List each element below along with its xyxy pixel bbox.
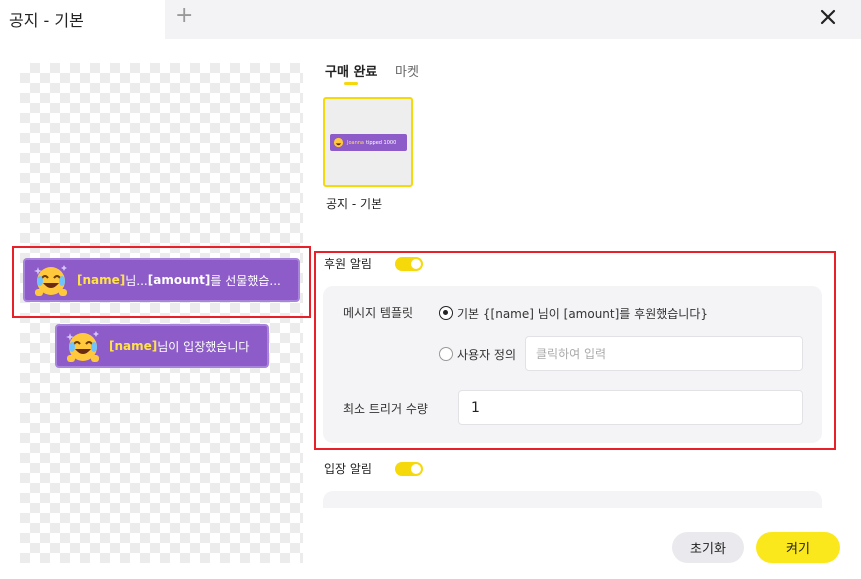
entrance-notice-preview: [name] 님이 입장했습니다 — [55, 324, 269, 368]
laughing-emoji-icon — [66, 331, 99, 362]
notice-text: 님... — [125, 273, 148, 288]
close-icon[interactable] — [816, 5, 840, 29]
preview-canvas — [20, 63, 303, 563]
subtab-purchased[interactable]: 구매 완료 — [325, 61, 377, 80]
tab-title: 공지 - 기본 — [9, 11, 84, 30]
entrance-alert-label: 입장 알림 — [324, 462, 372, 476]
add-tab-icon[interactable]: + — [175, 4, 193, 28]
notice-text: 님이 입장했습니다 — [157, 339, 250, 354]
thumbnail-name: Joanna — [347, 139, 364, 146]
radio-default-label: 기본 {[name] 님이 [amount]를 후원했습니다} — [457, 307, 709, 321]
tab-bar: 공지 - 기본 + — [0, 0, 861, 39]
min-trigger-label: 최소 트리거 수량 — [343, 402, 428, 416]
notice-text-2: 를 선물했습... — [210, 273, 281, 288]
min-trigger-input[interactable] — [458, 390, 803, 425]
donation-alert-label: 후원 알림 — [324, 257, 372, 271]
entrance-alert-toggle[interactable] — [395, 462, 423, 476]
subtab-indicator — [344, 82, 358, 85]
donation-alert-toggle[interactable] — [395, 257, 423, 271]
donation-notice-preview: [name] 님... [amount] 를 선물했습... — [23, 258, 300, 302]
tab-notice-basic[interactable]: 공지 - 기본 — [0, 0, 165, 39]
custom-template-input[interactable] — [525, 336, 803, 371]
notice-name: [name] — [109, 339, 158, 353]
scroll-fade — [320, 508, 830, 528]
radio-custom[interactable] — [439, 347, 453, 361]
template-label: 공지 - 기본 — [326, 197, 383, 211]
thumbnail-notice: Joanna tipped 1000 — [330, 134, 407, 151]
notice-name: [name] — [77, 273, 126, 287]
laughing-emoji-icon — [333, 137, 344, 148]
radio-default[interactable] — [439, 306, 453, 320]
subtab-market[interactable]: 마켓 — [395, 61, 419, 80]
laughing-emoji-icon — [34, 265, 67, 296]
radio-custom-label: 사용자 정의 — [457, 348, 517, 362]
reset-button[interactable]: 초기화 — [672, 532, 744, 563]
template-thumbnail[interactable]: Joanna tipped 1000 — [323, 97, 413, 187]
turn-on-button[interactable]: 켜기 — [756, 532, 840, 563]
notice-amount: [amount] — [147, 273, 211, 287]
message-template-label: 메시지 템플릿 — [343, 306, 414, 320]
thumbnail-text: tipped 1000 — [366, 139, 397, 146]
